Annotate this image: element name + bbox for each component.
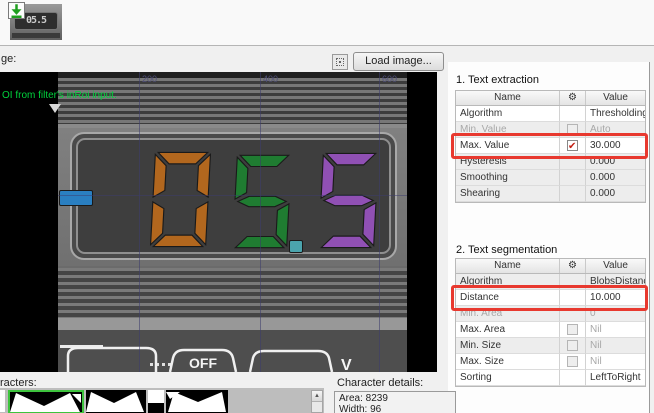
load-image-button[interactable]: Load image... — [353, 52, 444, 71]
lcd-digit-0 — [149, 148, 211, 251]
table-row[interactable]: Min. Value Auto — [456, 122, 645, 138]
row-value[interactable]: 0.000 — [586, 154, 645, 170]
col-name: Name — [456, 91, 560, 105]
row-value[interactable]: BlobsDistance — [586, 274, 645, 290]
col-value: Value — [586, 91, 645, 105]
meter-dial-area: OFF V — [58, 330, 407, 372]
table-row[interactable]: Sorting LeftToRight — [456, 370, 645, 386]
table-row[interactable]: Smoothing 0.000 — [456, 170, 645, 186]
meter-top-ridges — [58, 78, 407, 124]
character-thumb-partial[interactable] — [0, 390, 5, 412]
row-checkbox[interactable] — [567, 324, 578, 335]
parameters-panel: 1. Text extraction Name ⚙ Value Algorith… — [448, 62, 650, 413]
col-name: Name — [456, 259, 560, 273]
table-row-distance[interactable]: Distance 10.000 — [456, 290, 645, 306]
ruler-gridline-600 — [379, 72, 380, 372]
fit-view-button[interactable] — [332, 54, 348, 70]
row-checkbox[interactable] — [567, 356, 578, 367]
segmentation-title: 2. Text segmentation — [456, 244, 557, 256]
detail-width: Width: 96 — [339, 404, 451, 413]
character-details-box: Area: 8239 Width: 96 — [334, 391, 456, 413]
col-value: Value — [586, 259, 645, 273]
lcd-digit-5 — [317, 149, 379, 252]
roi-marker-icon — [49, 104, 61, 113]
row-value[interactable]: 0.000 — [586, 186, 645, 202]
toolbar: 05.5 — [0, 0, 654, 46]
characters-scrollbar[interactable]: ▲ — [311, 390, 323, 413]
ruler-gridline-200 — [139, 72, 140, 372]
ruler-tick: 200 — [142, 74, 157, 84]
table-row[interactable]: Min. Area 0 — [456, 306, 645, 322]
detail-area: Area: 8239 — [339, 393, 451, 404]
ruler-gridline-400 — [260, 72, 261, 372]
lcd-digit-- — [59, 190, 93, 206]
extraction-title: 1. Text extraction — [456, 74, 539, 86]
roi-overlay-text: OI from filter's inRoi input. — [2, 90, 117, 101]
lcd-digit-5 — [231, 150, 292, 253]
ruler-tick: 600 — [382, 74, 397, 84]
character-thumb[interactable] — [166, 390, 228, 413]
row-value[interactable]: Auto — [586, 122, 645, 138]
row-value[interactable]: 0 — [586, 306, 645, 322]
table-row[interactable]: Hysteresis 0.000 — [456, 154, 645, 170]
dial-v-label: V — [341, 357, 352, 372]
table-row[interactable]: Min. Size Nil — [456, 338, 645, 354]
ruler-gridline-h — [58, 195, 407, 196]
character-thumb-dot[interactable] — [148, 390, 164, 413]
row-value[interactable]: Nil — [586, 338, 645, 354]
character-thumb-selected[interactable] — [8, 390, 84, 413]
row-value[interactable]: Nil — [586, 354, 645, 370]
scroll-up-icon[interactable]: ▲ — [312, 391, 322, 402]
extraction-table: Name ⚙ Value Algorithm Thresholding Min.… — [455, 90, 646, 203]
row-checkbox[interactable] — [567, 140, 578, 151]
thumbnail-strip — [12, 33, 60, 38]
table-row-max-value[interactable]: Max. Value 30.000 — [456, 138, 645, 154]
row-value[interactable]: Thresholding — [586, 106, 645, 122]
table-row[interactable]: Shearing 0.000 — [456, 186, 645, 202]
character-details-label: Character details: — [337, 377, 423, 389]
gear-icon: ⚙ — [560, 91, 586, 105]
segmentation-table: Name ⚙ Value Algorithm BlobsDistance Dis… — [455, 258, 646, 387]
import-arrow-icon — [8, 2, 25, 19]
row-value[interactable]: LeftToRight — [586, 370, 645, 386]
characters-list[interactable]: ▲ — [0, 388, 324, 413]
meter-bottom-ridges — [58, 268, 407, 318]
table-row[interactable]: Max. Size Nil — [456, 354, 645, 370]
row-value[interactable]: 10.000 — [586, 290, 645, 306]
dial-off-label: OFF — [189, 355, 217, 371]
table-row[interactable]: Algorithm BlobsDistance — [456, 274, 645, 290]
image-label: ge: — [1, 53, 16, 65]
row-checkbox[interactable] — [567, 340, 578, 351]
image-viewer[interactable]: OFF V 200 400 600 OI from filter's inRoi… — [0, 72, 437, 372]
row-value[interactable]: Nil — [586, 322, 645, 338]
table-header: Name ⚙ Value — [456, 91, 645, 106]
table-header: Name ⚙ Value — [456, 259, 645, 274]
ruler-tick: 400 — [263, 74, 278, 84]
lcd-digit-. — [289, 240, 303, 253]
table-row[interactable]: Algorithm Thresholding — [456, 106, 645, 122]
row-checkbox[interactable] — [567, 124, 578, 135]
row-value[interactable]: 30.000 — [586, 138, 645, 154]
row-value[interactable]: 0.000 — [586, 170, 645, 186]
table-row[interactable]: Max. Area Nil — [456, 322, 645, 338]
character-thumb[interactable] — [86, 390, 146, 413]
gear-icon: ⚙ — [560, 259, 586, 273]
